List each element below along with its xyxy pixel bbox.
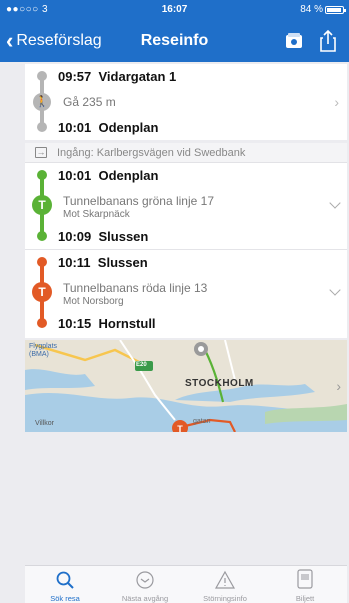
dep-time: 10:11 xyxy=(58,255,91,270)
svg-text:T: T xyxy=(177,424,183,432)
back-label: Reseförslag xyxy=(16,32,102,49)
map-label-road: E20 xyxy=(136,362,147,368)
walk-leg-card[interactable]: 🚶 09:57 Vidargatan 1 Gå 235 m › 10:01 Od… xyxy=(25,64,347,140)
line-direction: Mot Skarpnäck xyxy=(63,209,130,220)
chevron-right-icon: › xyxy=(334,94,339,110)
chevron-left-icon: ‹ xyxy=(6,28,14,53)
walk-icon: 🚶 xyxy=(33,93,51,111)
chevron-right-icon: › xyxy=(336,378,341,394)
tab-disruptions[interactable]: Störningsinfo xyxy=(185,566,265,603)
map-label-airport: Flygplats (BMA) xyxy=(29,343,58,358)
wallet-button[interactable] xyxy=(281,28,307,54)
wallet-icon xyxy=(286,33,302,48)
entrance-icon: → xyxy=(35,147,47,158)
leg-details-green[interactable]: Tunnelbanans gröna linje 17 Mot Skarpnäc… xyxy=(25,191,347,221)
tab-next-departure[interactable]: Nästa avgång xyxy=(105,566,185,603)
entrance-info: → Ingång: Karlbergsvägen vid Swedbank xyxy=(25,143,347,163)
end-time: 10:01 xyxy=(58,120,92,135)
red-arr-dot xyxy=(37,318,47,328)
tab-label: Störningsinfo xyxy=(203,594,247,603)
ticket-icon xyxy=(297,569,313,589)
battery-percent: 84 % xyxy=(300,4,323,15)
dep-place: Slussen xyxy=(97,255,148,270)
leg-divider xyxy=(25,249,347,250)
nav-bar: ‹ Reseförslag Reseinfo xyxy=(0,20,349,62)
line-name: Tunnelbanans röda linje 13 xyxy=(63,281,208,295)
arr-time: 10:15 xyxy=(58,316,92,331)
search-icon xyxy=(56,571,74,589)
arr-time: 10:09 xyxy=(58,229,92,244)
green-arr-dot xyxy=(37,231,47,241)
arr-place: Hornstull xyxy=(98,316,156,331)
dep-time: 10:01 xyxy=(58,168,92,183)
start-place: Vidargatan 1 xyxy=(98,69,177,84)
map-label-city: STOCKHOLM xyxy=(185,378,254,389)
tab-label: Nästa avgång xyxy=(121,594,169,603)
battery-icon xyxy=(325,6,346,14)
tab-search[interactable]: Sök resa xyxy=(25,566,105,603)
line-name: Tunnelbanans gröna linje 17 xyxy=(63,194,215,208)
walk-distance: Gå 235 m xyxy=(63,95,116,109)
arr-place: Slussen xyxy=(98,229,149,244)
map-label-street: gatan xyxy=(193,418,211,425)
tab-label: Biljett xyxy=(295,594,315,603)
end-place: Odenplan xyxy=(98,120,159,135)
back-button[interactable]: ‹ Reseförslag xyxy=(6,20,102,62)
tab-bar: Sök resa Nästa avgång Störningsinfo Bilj… xyxy=(25,565,347,603)
tab-label: Sök resa xyxy=(50,594,80,603)
share-button[interactable] xyxy=(315,28,341,54)
entrance-text: Ingång: Karlbergsvägen vid Swedbank xyxy=(57,147,246,159)
dep-place: Odenplan xyxy=(98,168,159,183)
line-direction: Mot Norsborg xyxy=(63,296,124,307)
chevron-down-icon xyxy=(329,284,341,296)
map-label-villkor[interactable]: Villkor xyxy=(35,420,54,427)
status-bar: ●●○○○ 3 16:07 84 % xyxy=(0,0,349,20)
share-icon xyxy=(320,29,336,52)
end-dot xyxy=(37,122,47,132)
route-map[interactable]: T Flygplats (BMA) E20 STOCKHOLM Villkor … xyxy=(25,340,347,432)
leg-details-red[interactable]: Tunnelbanans röda linje 13 Mot Norsborg xyxy=(25,278,347,308)
chevron-down-icon xyxy=(329,197,341,209)
start-time: 09:57 xyxy=(58,69,92,84)
transit-legs-card: T 10:01 Odenplan Tunnelbanans gröna linj… xyxy=(25,143,347,338)
status-time: 16:07 xyxy=(161,4,188,15)
warning-icon xyxy=(214,570,236,589)
tab-ticket[interactable]: Biljett xyxy=(265,566,345,603)
top-bar: ●●○○○ 3 16:07 84 % ‹ Reseförslag Reseinf… xyxy=(0,0,349,62)
clock-icon xyxy=(136,571,154,589)
